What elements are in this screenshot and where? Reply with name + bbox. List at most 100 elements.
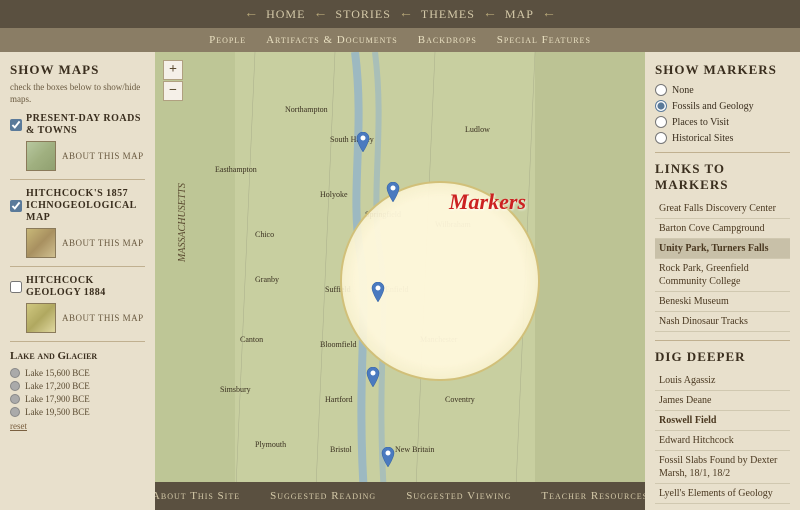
svg-text:Hartford: Hartford: [325, 395, 353, 404]
svg-text:Coventry: Coventry: [445, 395, 475, 404]
marker-option-none[interactable]: None: [655, 84, 790, 96]
markers-label: Markers: [449, 189, 526, 215]
zoom-in-button[interactable]: +: [163, 60, 183, 80]
map-checkbox-hitchcock1857[interactable]: Hitchcock's 1857 Ichnogeological Map: [10, 188, 145, 224]
nav-map[interactable]: Map: [505, 7, 534, 22]
list-item[interactable]: Roswell Field: [655, 411, 790, 431]
map-pin[interactable]: [370, 282, 386, 302]
map-thumbnail-hitchcock1857: [26, 228, 56, 258]
list-item[interactable]: Barton Cove Campground: [655, 219, 790, 239]
left-panel: Show Maps check the boxes below to show/…: [0, 52, 155, 510]
svg-text:Granby: Granby: [255, 275, 279, 284]
list-item[interactable]: Fossil Slabs Found by Dexter Marsh, 18/1…: [655, 451, 790, 484]
zoom-controls: + −: [163, 60, 183, 101]
map-thumbnail-hitchcock1884: [26, 303, 56, 333]
marker-option-places[interactable]: Places to Visit: [655, 116, 790, 128]
map-checkbox-hitchcock1884-input[interactable]: [10, 281, 22, 293]
svg-text:Ludlow: Ludlow: [465, 125, 490, 134]
list-item[interactable]: Beneski Museum: [655, 292, 790, 312]
marker-label-fossils: Fossils and Geology: [672, 101, 754, 112]
svg-text:New Britain: New Britain: [395, 445, 434, 454]
lake-label-2: Lake 17,900 BCE: [25, 394, 90, 404]
nav-arrow: ←: [399, 6, 413, 22]
marker-radio-places[interactable]: [655, 116, 667, 128]
main-area: Show Maps check the boxes below to show/…: [0, 52, 800, 510]
lake-label-3: Lake 19,500 BCE: [25, 407, 90, 417]
svg-text:Plymouth: Plymouth: [255, 440, 286, 449]
svg-text:Northampton: Northampton: [285, 105, 328, 114]
svg-text:Bristol: Bristol: [330, 445, 353, 454]
marker-radio-fossils[interactable]: [655, 100, 667, 112]
map-pin[interactable]: [380, 447, 396, 467]
list-item[interactable]: Unity Park, Turners Falls: [655, 239, 790, 259]
svg-text:Enfield: Enfield: [385, 285, 409, 294]
about-map-row: about this map: [26, 141, 145, 171]
list-item[interactable]: Louis Agassiz: [655, 371, 790, 391]
show-markers-title: Show Markers: [655, 62, 790, 78]
nav-arrow: ←: [483, 6, 497, 22]
map-thumbnail-present-day: [26, 141, 56, 171]
reset-link[interactable]: reset: [10, 421, 145, 431]
svg-text:Easthampton: Easthampton: [215, 165, 257, 174]
map-pin[interactable]: [385, 182, 401, 202]
lake-item-0: Lake 15,600 BCE: [10, 368, 145, 378]
map-checkbox-hitchcock1884[interactable]: Hitchcock Geology 1884: [10, 275, 145, 299]
svg-text:Holyoke: Holyoke: [320, 190, 348, 199]
map-checkbox-hitchcock1857-input[interactable]: [10, 200, 22, 212]
footer-reading[interactable]: Suggested Reading: [270, 490, 376, 502]
nav-arrow: ←: [313, 6, 327, 22]
map-checkbox-present-day-label: Present-day Roads & Towns: [26, 113, 145, 137]
marker-radio-historical[interactable]: [655, 132, 667, 144]
lake-dot-1: [10, 381, 20, 391]
map-checkbox-hitchcock1884-label: Hitchcock Geology 1884: [26, 275, 145, 299]
list-item[interactable]: Great Falls Discovery Center: [655, 199, 790, 219]
sub-navigation: People Artifacts & Documents Backdrops S…: [0, 28, 800, 52]
nav-arrow: ←: [542, 6, 556, 22]
subnav-special-features[interactable]: Special Features: [497, 34, 591, 46]
lake-label-0: Lake 15,600 BCE: [25, 368, 90, 378]
map-checkbox-present-day-input[interactable]: [10, 119, 22, 131]
dig-deeper-title: Dig Deeper: [655, 349, 790, 365]
list-item[interactable]: Lyell's Elements of Geology: [655, 484, 790, 504]
lake-dot-3: [10, 407, 20, 417]
marker-radio-none[interactable]: [655, 84, 667, 96]
marker-option-historical[interactable]: Historical Sites: [655, 132, 790, 144]
nav-arrow: ←: [244, 6, 258, 22]
lake-glacier-section: Lake and Glacier Lake 15,600 BCE Lake 17…: [10, 350, 145, 431]
nav-stories[interactable]: Stories: [335, 7, 390, 22]
about-map-link-present-day[interactable]: about this map: [62, 151, 144, 161]
svg-text:Springfield: Springfield: [365, 210, 401, 219]
subnav-artifacts[interactable]: Artifacts & Documents: [266, 34, 398, 46]
about-map-link-hitchcock1884[interactable]: about this map: [62, 313, 144, 323]
footer-about[interactable]: About This Site: [152, 490, 240, 502]
subnav-people[interactable]: People: [209, 34, 246, 46]
marker-option-fossils[interactable]: Fossils and Geology: [655, 100, 790, 112]
zoom-out-button[interactable]: −: [163, 81, 183, 101]
lake-item-3: Lake 19,500 BCE: [10, 407, 145, 417]
map-pin[interactable]: [365, 367, 381, 387]
footer-viewing[interactable]: Suggested Viewing: [406, 490, 511, 502]
about-map-row-1857: about this map: [26, 228, 145, 258]
lake-glacier-title: Lake and Glacier: [10, 350, 145, 362]
marker-label-historical: Historical Sites: [672, 133, 733, 144]
subnav-backdrops[interactable]: Backdrops: [418, 34, 477, 46]
list-item[interactable]: Edward Hitchcock: [655, 431, 790, 451]
links-to-markers-title: Links to Markers: [655, 161, 790, 193]
map-checkbox-present-day[interactable]: Present-day Roads & Towns: [10, 113, 145, 137]
list-item[interactable]: Rock Park, Greenfield Community College: [655, 259, 790, 292]
footer-teacher[interactable]: Teacher Resources: [541, 490, 648, 502]
lake-item-1: Lake 17,200 BCE: [10, 381, 145, 391]
map-area[interactable]: Northampton Easthampton South Hadley Hol…: [155, 52, 645, 510]
svg-text:Manchester: Manchester: [420, 335, 458, 344]
marker-label-none: None: [672, 85, 694, 96]
list-item[interactable]: James Deane: [655, 391, 790, 411]
show-maps-title: Show Maps: [10, 62, 145, 78]
list-item[interactable]: Nash Dinosaur Tracks: [655, 312, 790, 332]
svg-text:Simsbury: Simsbury: [220, 385, 251, 394]
about-map-row-1884: about this map: [26, 303, 145, 333]
about-map-link-hitchcock1857[interactable]: about this map: [62, 238, 144, 248]
lake-dot-0: [10, 368, 20, 378]
nav-home[interactable]: Home: [266, 7, 305, 22]
map-pin[interactable]: [355, 132, 371, 152]
nav-themes[interactable]: Themes: [421, 7, 475, 22]
